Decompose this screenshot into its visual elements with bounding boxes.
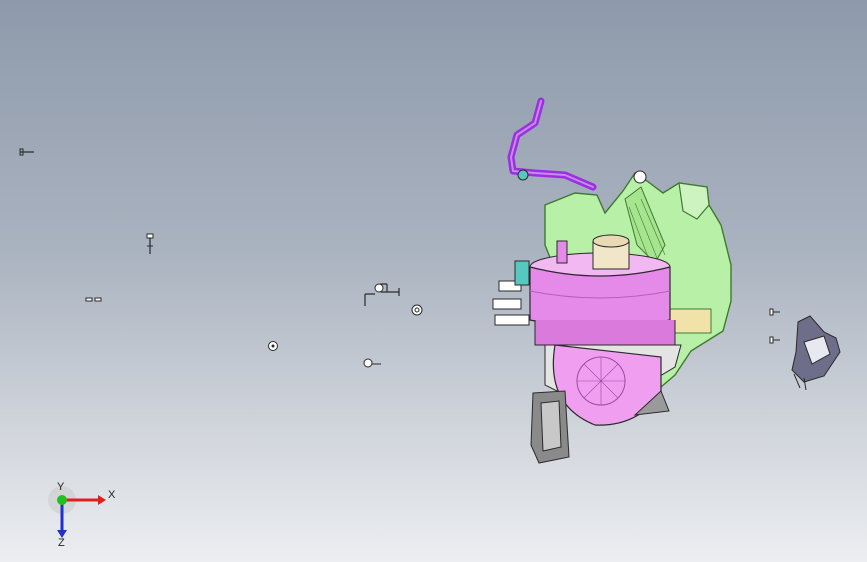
clip-icon[interactable] bbox=[361, 356, 383, 370]
blower-housing-icon[interactable] bbox=[485, 95, 745, 470]
axis-triad-icon: X Y Z bbox=[48, 481, 116, 548]
screw-icon[interactable] bbox=[768, 304, 782, 346]
bracket-icon[interactable] bbox=[361, 278, 405, 310]
washer-icon[interactable] bbox=[410, 303, 424, 317]
clip-icon[interactable] bbox=[84, 296, 106, 304]
cad-viewport[interactable]: X Y Z bbox=[0, 0, 867, 562]
screw-icon[interactable] bbox=[143, 232, 157, 256]
screw-icon[interactable] bbox=[18, 146, 38, 158]
connector-icon[interactable] bbox=[784, 312, 844, 392]
washer-icon[interactable] bbox=[267, 340, 279, 352]
z-axis-label: Z bbox=[58, 537, 65, 548]
y-axis-label: Y bbox=[57, 481, 65, 493]
x-axis-label: X bbox=[108, 489, 116, 501]
